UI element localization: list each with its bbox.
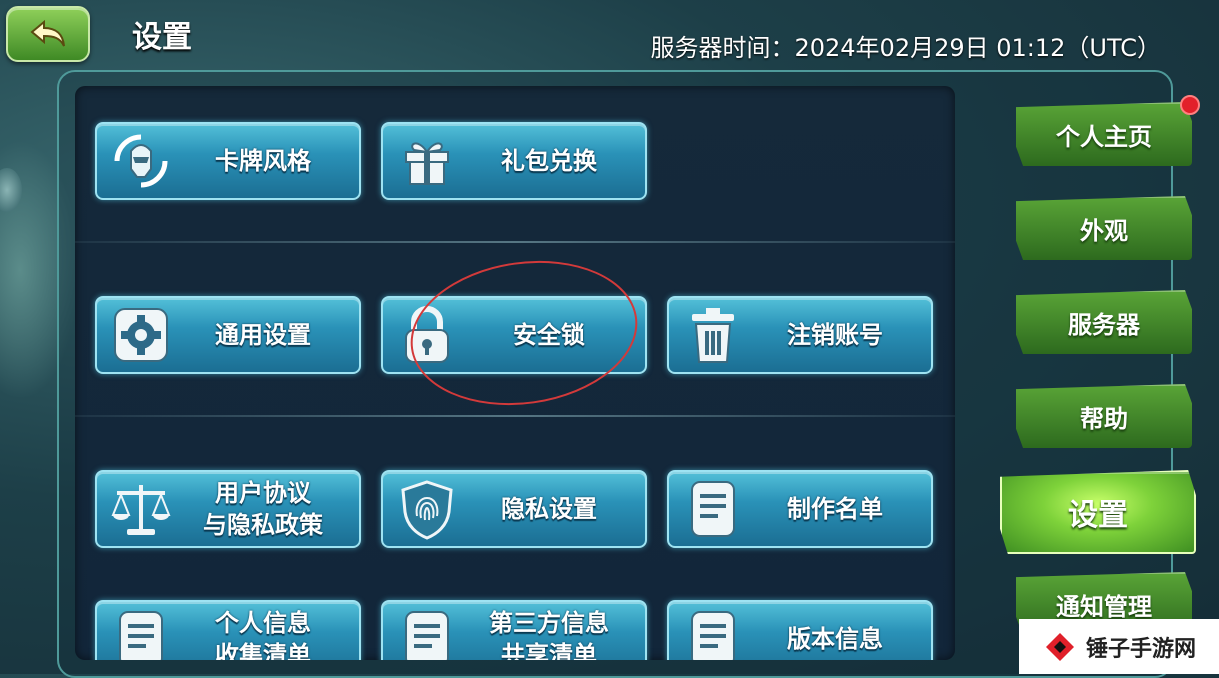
general-settings-button[interactable]: 通用设置 bbox=[95, 296, 361, 374]
credits-button[interactable]: 制作名单 bbox=[667, 470, 933, 548]
gear-icon bbox=[101, 300, 181, 370]
personal-info-line1: 个人信息 bbox=[215, 608, 311, 637]
credits-label: 制作名单 bbox=[787, 494, 883, 523]
privacy-settings-button[interactable]: 隐私设置 bbox=[381, 470, 647, 548]
card-style-icon bbox=[101, 126, 181, 196]
user-agreement-line2: 与隐私政策 bbox=[203, 511, 323, 539]
version-info-button[interactable]: 版本信息 bbox=[667, 600, 933, 660]
personal-info-label: 个人信息 收集清单 bbox=[181, 607, 359, 660]
card-style-label: 卡牌风格 bbox=[215, 146, 311, 175]
scales-icon bbox=[101, 474, 181, 544]
fingerprint-shield-icon bbox=[387, 474, 467, 544]
trash-icon bbox=[673, 300, 753, 370]
tab-label: 外观 bbox=[1080, 216, 1128, 245]
general-settings-label: 通用设置 bbox=[215, 320, 311, 349]
privacy-settings-label: 隐私设置 bbox=[501, 494, 597, 523]
third-party-line2: 共享清单 bbox=[501, 641, 597, 660]
tab-label: 服务器 bbox=[1068, 310, 1140, 339]
version-info-label: 版本信息 bbox=[787, 624, 883, 653]
watermark: 锤子手游网 bbox=[1019, 619, 1219, 674]
document-icon bbox=[673, 604, 753, 660]
user-agreement-label: 用户协议 与隐私政策 bbox=[181, 477, 359, 542]
tab-settings[interactable]: 设置 bbox=[1000, 470, 1196, 554]
server-time: 服务器时间：2024年02月29日 01:12（UTC） bbox=[650, 34, 1161, 62]
user-agreement-line1: 用户协议 bbox=[215, 478, 311, 507]
personal-info-button[interactable]: 个人信息 收集清单 bbox=[95, 600, 361, 660]
row-divider bbox=[75, 415, 955, 417]
user-agreement-button[interactable]: 用户协议 与隐私政策 bbox=[95, 470, 361, 548]
tab-help[interactable]: 帮助 bbox=[1016, 384, 1192, 448]
delete-account-button[interactable]: 注销账号 bbox=[667, 296, 933, 374]
document-icon bbox=[673, 474, 753, 544]
document-icon bbox=[101, 604, 181, 660]
third-party-info-label: 第三方信息 共享清单 bbox=[467, 607, 645, 660]
delete-account-label: 注销账号 bbox=[787, 320, 883, 349]
watermark-text: 锤子手游网 bbox=[1085, 636, 1196, 662]
page-title: 设置 bbox=[132, 20, 192, 55]
back-button[interactable] bbox=[6, 6, 90, 62]
tab-server[interactable]: 服务器 bbox=[1016, 290, 1192, 354]
third-party-info-button[interactable]: 第三方信息 共享清单 bbox=[381, 600, 647, 660]
back-arrow-icon bbox=[30, 19, 65, 47]
row-divider bbox=[75, 241, 955, 243]
notification-badge bbox=[1180, 95, 1200, 115]
gift-redeem-button[interactable]: 礼包兑换 bbox=[381, 122, 647, 200]
gift-icon bbox=[387, 126, 467, 196]
card-style-button[interactable]: 卡牌风格 bbox=[95, 122, 361, 200]
hammer-logo-icon bbox=[1045, 632, 1074, 661]
personal-info-line2: 收集清单 bbox=[215, 641, 311, 660]
gift-redeem-label: 礼包兑换 bbox=[501, 146, 597, 175]
tab-label: 个人主页 bbox=[1056, 122, 1152, 151]
document-icon bbox=[387, 604, 467, 660]
tab-label: 通知管理 bbox=[1056, 592, 1152, 621]
third-party-line1: 第三方信息 bbox=[489, 608, 609, 637]
tab-label: 帮助 bbox=[1080, 404, 1128, 433]
tab-label: 设置 bbox=[1068, 498, 1128, 533]
tab-profile[interactable]: 个人主页 bbox=[1016, 102, 1192, 166]
tab-appearance[interactable]: 外观 bbox=[1016, 196, 1192, 260]
top-bar: 设置 服务器时间：2024年02月29日 01:12（UTC） bbox=[0, 0, 1219, 62]
